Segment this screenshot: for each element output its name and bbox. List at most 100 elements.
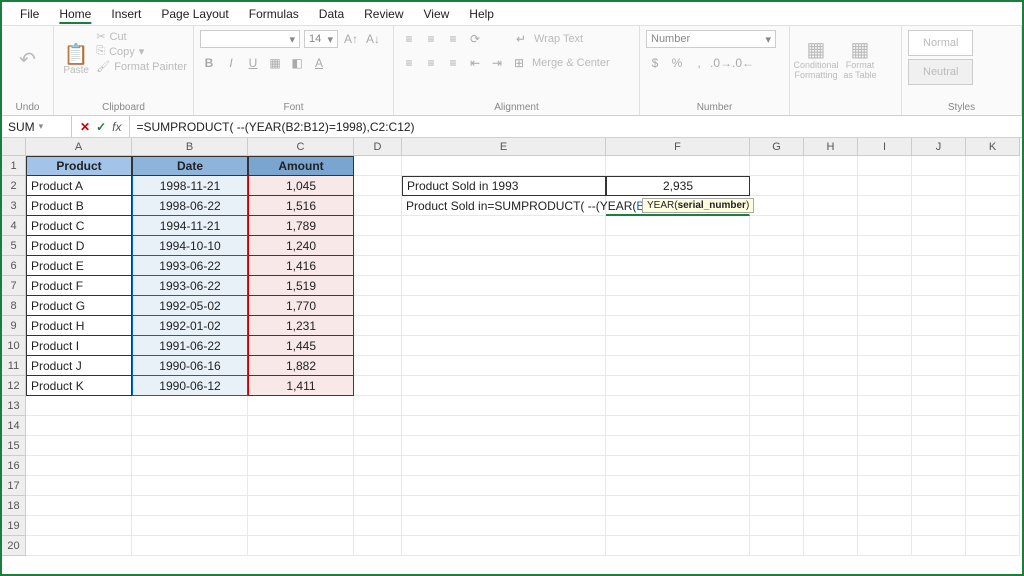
- cell-D8[interactable]: [354, 296, 402, 316]
- cell-H12[interactable]: [804, 376, 858, 396]
- cell-E4[interactable]: [402, 216, 606, 236]
- cell-F17[interactable]: [606, 476, 750, 496]
- cell-E2[interactable]: Product Sold in 1993: [402, 176, 606, 196]
- cell-H2[interactable]: [804, 176, 858, 196]
- cell-H4[interactable]: [804, 216, 858, 236]
- row-header-17[interactable]: 17: [2, 476, 26, 496]
- cell-I17[interactable]: [858, 476, 912, 496]
- paste-button[interactable]: 📋Paste: [60, 30, 92, 90]
- cell-D17[interactable]: [354, 476, 402, 496]
- cell-K17[interactable]: [966, 476, 1020, 496]
- cell-K5[interactable]: [966, 236, 1020, 256]
- align-right-button[interactable]: ≡: [444, 54, 462, 72]
- row-header-12[interactable]: 12: [2, 376, 26, 396]
- cell-K1[interactable]: [966, 156, 1020, 176]
- cell-D3[interactable]: [354, 196, 402, 216]
- cell-A20[interactable]: [26, 536, 132, 556]
- cell-F14[interactable]: [606, 416, 750, 436]
- cell-I20[interactable]: [858, 536, 912, 556]
- cell-E11[interactable]: [402, 356, 606, 376]
- cell-K12[interactable]: [966, 376, 1020, 396]
- cell-H5[interactable]: [804, 236, 858, 256]
- col-header-C[interactable]: C: [248, 138, 354, 156]
- menu-tab-home[interactable]: Home: [49, 3, 101, 25]
- cell-B6[interactable]: 1993-06-22: [132, 256, 248, 276]
- cell-C13[interactable]: [248, 396, 354, 416]
- cell-H9[interactable]: [804, 316, 858, 336]
- cell-J5[interactable]: [912, 236, 966, 256]
- cell-K8[interactable]: [966, 296, 1020, 316]
- percent-button[interactable]: %: [668, 54, 686, 72]
- row-header-7[interactable]: 7: [2, 276, 26, 296]
- wrap-text-button[interactable]: Wrap Text: [534, 33, 583, 45]
- bold-button[interactable]: B: [200, 54, 218, 72]
- row-header-13[interactable]: 13: [2, 396, 26, 416]
- borders-button[interactable]: ▦: [266, 54, 284, 72]
- cell-D16[interactable]: [354, 456, 402, 476]
- cell-K6[interactable]: [966, 256, 1020, 276]
- cell-A2[interactable]: Product A: [26, 176, 132, 196]
- cell-E10[interactable]: [402, 336, 606, 356]
- cell-C11[interactable]: 1,882: [248, 356, 354, 376]
- cell-H13[interactable]: [804, 396, 858, 416]
- cell-C12[interactable]: 1,411: [248, 376, 354, 396]
- cell-A8[interactable]: Product G: [26, 296, 132, 316]
- cell-G12[interactable]: [750, 376, 804, 396]
- cell-D5[interactable]: [354, 236, 402, 256]
- cell-B8[interactable]: 1992-05-02: [132, 296, 248, 316]
- col-header-G[interactable]: G: [750, 138, 804, 156]
- cell-K4[interactable]: [966, 216, 1020, 236]
- cell-J3[interactable]: [912, 196, 966, 216]
- cell-G7[interactable]: [750, 276, 804, 296]
- cell-K18[interactable]: [966, 496, 1020, 516]
- cell-J4[interactable]: [912, 216, 966, 236]
- cell-I16[interactable]: [858, 456, 912, 476]
- cell-I5[interactable]: [858, 236, 912, 256]
- cell-G6[interactable]: [750, 256, 804, 276]
- font-family-select[interactable]: ▾: [200, 30, 300, 48]
- cell-F8[interactable]: [606, 296, 750, 316]
- cell-F9[interactable]: [606, 316, 750, 336]
- cell-J19[interactable]: [912, 516, 966, 536]
- cut-button[interactable]: ✂Cut: [96, 30, 187, 43]
- cell-B19[interactable]: [132, 516, 248, 536]
- cell-K7[interactable]: [966, 276, 1020, 296]
- currency-button[interactable]: $: [646, 54, 664, 72]
- cell-E14[interactable]: [402, 416, 606, 436]
- cell-A15[interactable]: [26, 436, 132, 456]
- align-middle-button[interactable]: ≡: [422, 30, 440, 48]
- cell-K9[interactable]: [966, 316, 1020, 336]
- row-header-14[interactable]: 14: [2, 416, 26, 436]
- cell-J10[interactable]: [912, 336, 966, 356]
- cell-G18[interactable]: [750, 496, 804, 516]
- confirm-formula-button[interactable]: ✓: [96, 120, 106, 134]
- cell-F5[interactable]: [606, 236, 750, 256]
- cell-E1[interactable]: [402, 156, 606, 176]
- cell-I10[interactable]: [858, 336, 912, 356]
- cell-J8[interactable]: [912, 296, 966, 316]
- cell-A1[interactable]: Product: [26, 156, 132, 176]
- cell-C8[interactable]: 1,770: [248, 296, 354, 316]
- cell-A3[interactable]: Product B: [26, 196, 132, 216]
- cell-I6[interactable]: [858, 256, 912, 276]
- col-header-J[interactable]: J: [912, 138, 966, 156]
- cell-E3[interactable]: Product Sold in=SUMPRODUCT( --(YEAR(B2:B…: [402, 196, 606, 216]
- cell-A13[interactable]: [26, 396, 132, 416]
- cell-B20[interactable]: [132, 536, 248, 556]
- cell-C10[interactable]: 1,445: [248, 336, 354, 356]
- cell-C5[interactable]: 1,240: [248, 236, 354, 256]
- cell-C9[interactable]: 1,231: [248, 316, 354, 336]
- cell-G4[interactable]: [750, 216, 804, 236]
- cell-I2[interactable]: [858, 176, 912, 196]
- fill-color-button[interactable]: ◧: [288, 54, 306, 72]
- cell-F6[interactable]: [606, 256, 750, 276]
- cell-E12[interactable]: [402, 376, 606, 396]
- cell-I13[interactable]: [858, 396, 912, 416]
- cell-G13[interactable]: [750, 396, 804, 416]
- cell-F7[interactable]: [606, 276, 750, 296]
- cell-E7[interactable]: [402, 276, 606, 296]
- cell-D7[interactable]: [354, 276, 402, 296]
- cell-F12[interactable]: [606, 376, 750, 396]
- select-all-corner[interactable]: [2, 138, 26, 156]
- cell-A5[interactable]: Product D: [26, 236, 132, 256]
